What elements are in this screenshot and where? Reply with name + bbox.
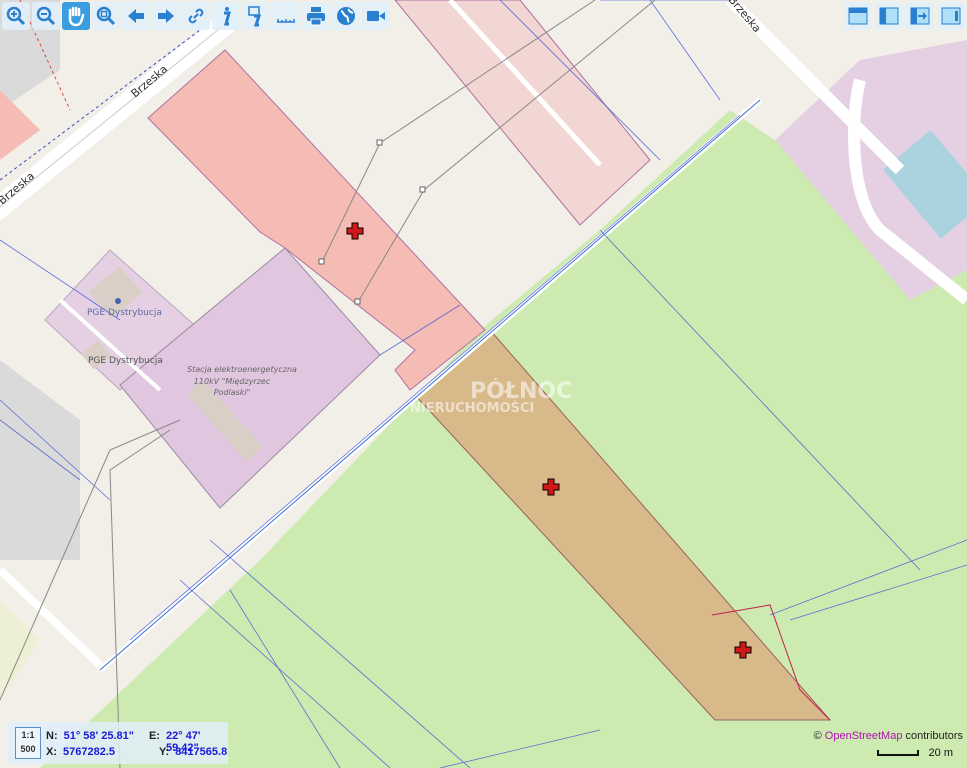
scale-bar: 20 m xyxy=(876,747,953,759)
layout-toolbar xyxy=(844,2,965,30)
map-toolbar xyxy=(2,2,390,30)
zoom-extent-button[interactable] xyxy=(92,2,120,30)
zoom-in-button[interactable] xyxy=(2,2,30,30)
scale-bar-label: 20 m xyxy=(928,747,953,759)
layout-right-panel-icon xyxy=(941,7,961,25)
y-value: 8417565.8 xyxy=(175,746,228,758)
zoom-extent-icon xyxy=(96,6,116,26)
arrow-right-icon xyxy=(158,9,174,23)
osm-link[interactable]: OpenStreetMap xyxy=(825,730,903,742)
ruler-icon xyxy=(277,19,295,23)
x-label: X: xyxy=(46,746,57,758)
attribution-suffix: contributors xyxy=(905,730,963,742)
zoom-out-button[interactable] xyxy=(32,2,60,30)
watermark: NIERUCHOMOŚCI xyxy=(410,400,534,416)
info-document-button[interactable] xyxy=(242,2,270,30)
substation-label: Podlaski" xyxy=(214,388,251,397)
info-icon xyxy=(224,7,231,26)
zoom-out-icon xyxy=(36,6,56,26)
poi-label: PGE Dystrybucja xyxy=(87,308,162,318)
scale-value: 500 xyxy=(20,744,36,754)
layout-left-button[interactable] xyxy=(875,2,903,30)
print-icon xyxy=(307,7,325,26)
scale-toggle-button[interactable]: 1:1 500 xyxy=(15,727,41,759)
coordinates-panel: 1:1 500 N: 51° 58' 25.81" E: 22° 47' 59.4… xyxy=(8,722,228,764)
layout-export-button[interactable] xyxy=(906,2,934,30)
layout-export-icon xyxy=(910,7,930,25)
info-document-icon xyxy=(248,6,262,27)
substation-label: 110kV "Międzyrzec xyxy=(194,377,271,386)
layout-right-button[interactable] xyxy=(937,2,965,30)
y-label: Y: xyxy=(159,746,170,758)
copyright-symbol: © xyxy=(813,730,822,742)
print-button[interactable] xyxy=(302,2,330,30)
layout-top-button[interactable] xyxy=(844,2,872,30)
scale-bar-line xyxy=(876,750,919,756)
forward-button[interactable] xyxy=(152,2,180,30)
layout-top-panel-icon xyxy=(848,7,868,25)
pan-button[interactable] xyxy=(62,2,90,30)
layout-left-panel-icon xyxy=(879,7,899,25)
pan-hand-icon xyxy=(68,6,85,27)
link-icon xyxy=(188,8,204,24)
video-icon xyxy=(367,11,385,21)
poi-label: PGE Dystrybucja xyxy=(88,356,163,366)
back-button[interactable] xyxy=(122,2,150,30)
globe-icon xyxy=(337,7,355,25)
zoom-in-icon xyxy=(6,6,26,26)
link-button[interactable] xyxy=(182,2,210,30)
substation-label: Stacja elektroenergetyczna xyxy=(187,365,297,374)
map-canvas[interactable]: Brzeska Brzeska Brzeska PGE Dystrybucja … xyxy=(0,0,967,768)
info-button[interactable] xyxy=(212,2,240,30)
scale-label: 1:1 xyxy=(21,730,35,740)
measure-button[interactable] xyxy=(272,2,300,30)
attribution: © OpenStreetMap contributors xyxy=(814,730,963,742)
x-value: 5767282.5 xyxy=(63,746,115,758)
arrow-left-icon xyxy=(128,9,144,23)
globe-button[interactable] xyxy=(332,2,360,30)
video-button[interactable] xyxy=(362,2,390,30)
